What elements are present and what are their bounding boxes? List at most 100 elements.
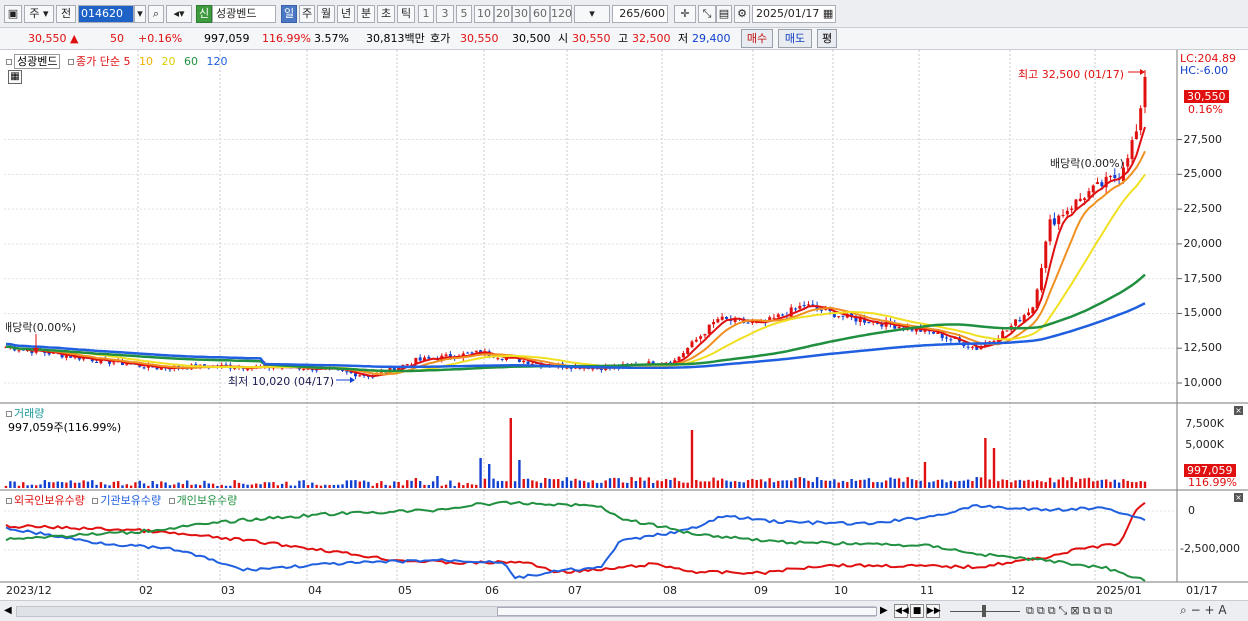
interval-3[interactable]: 3: [436, 5, 454, 23]
volume-bar: [306, 485, 310, 488]
period-month[interactable]: 월: [317, 5, 335, 23]
zoom-tools[interactable]: ⌕ − + A: [1180, 603, 1227, 618]
interval-30[interactable]: 30: [512, 5, 530, 23]
up-triangle-icon: ▲: [70, 32, 79, 45]
volume-bar: [526, 478, 530, 488]
interval-10[interactable]: 10: [474, 5, 494, 23]
speaker-icon[interactable]: ◂▾: [166, 5, 192, 23]
interval-20[interactable]: 20: [494, 5, 512, 23]
legend-ma-60[interactable]: 60: [184, 55, 198, 68]
candle-body: [949, 339, 953, 341]
legend-foreign[interactable]: 외국인보유수량: [14, 494, 85, 507]
candle-body: [64, 355, 68, 358]
count-input[interactable]: 265/600: [612, 5, 668, 23]
last-page-icon[interactable]: ▶▶: [926, 604, 941, 618]
price-tick: 27,500: [1183, 132, 1223, 146]
legend-ma-10[interactable]: 10: [139, 55, 153, 68]
close-icon[interactable]: ×: [1234, 493, 1243, 502]
close-icon[interactable]: ×: [1234, 406, 1243, 415]
legend-ma-20[interactable]: 20: [161, 55, 175, 68]
period-minute[interactable]: 분: [357, 5, 375, 23]
interval-5[interactable]: 5: [456, 5, 472, 23]
volume-bar: [78, 482, 81, 488]
interval-120[interactable]: 120: [550, 5, 572, 23]
zoom-out-icon[interactable]: −: [1191, 603, 1201, 617]
prev-button[interactable]: 전: [56, 5, 76, 23]
volume-bar: [17, 485, 21, 488]
volume-bar: [108, 485, 111, 488]
window-icon[interactable]: ▣: [4, 5, 22, 23]
volume-bar: [1057, 479, 1060, 488]
candle-body: [970, 346, 974, 348]
volume-bar: [910, 479, 914, 488]
volume-bar: [720, 478, 724, 488]
volume-bar: [936, 479, 940, 488]
chart-canvas[interactable]: [0, 50, 1248, 600]
market-label: 주: [29, 7, 40, 20]
candle-body: [1078, 198, 1082, 201]
volume-bar: [129, 485, 133, 488]
period-second[interactable]: 초: [377, 5, 395, 23]
volume-bar: [941, 479, 944, 488]
market-select[interactable]: 주 ▾: [24, 5, 54, 23]
legend-ma-label[interactable]: 종가 단순: [76, 55, 120, 68]
volume-bar: [802, 478, 806, 488]
volume-bar: [876, 482, 879, 488]
stop-icon[interactable]: ■: [910, 604, 924, 618]
scroll-left-icon[interactable]: ◀: [4, 605, 12, 616]
magnifier-icon[interactable]: ⌕: [1180, 603, 1187, 617]
interval-1[interactable]: 1: [418, 5, 434, 23]
period-day[interactable]: 일: [281, 5, 297, 23]
volume-bar: [548, 478, 551, 488]
candle-body: [966, 346, 970, 348]
eval-button[interactable]: 평: [817, 29, 837, 48]
calendar-icon[interactable]: ▦: [823, 7, 833, 20]
save-icon[interactable]: ▤: [716, 5, 732, 23]
volume-bar: [138, 480, 141, 488]
first-page-icon[interactable]: ◀◀: [894, 604, 909, 618]
zoom-slider-handle[interactable]: [982, 605, 986, 617]
legend-institution[interactable]: 기관보유수량: [100, 494, 161, 507]
legend-stock-name[interactable]: 성광벤드: [14, 54, 61, 69]
volume-bar: [557, 478, 560, 488]
volume-bar: [242, 483, 245, 488]
volume-bar: [142, 483, 146, 488]
scroll-track[interactable]: [16, 606, 877, 617]
tool-icons[interactable]: ⧉⧉⧉⤡⊠⧉⧉⧉: [1026, 604, 1115, 618]
gear-icon[interactable]: ⚙: [734, 5, 750, 23]
volume-bar: [531, 480, 534, 488]
font-size-icon[interactable]: A: [1218, 603, 1226, 617]
buy-button[interactable]: 매수: [741, 29, 773, 48]
interval-60[interactable]: 60: [530, 5, 550, 23]
sell-button[interactable]: 매도: [778, 29, 812, 48]
legend-box-icon: [168, 498, 175, 504]
period-tick[interactable]: 틱: [397, 5, 415, 23]
zoom-in-icon[interactable]: +: [1204, 603, 1214, 617]
stock-code-input[interactable]: 014620: [78, 5, 134, 23]
legend-individual[interactable]: 개인보유수량: [177, 494, 238, 507]
volume-bar: [496, 481, 500, 488]
candle-body: [1052, 218, 1056, 225]
volume-bar: [751, 479, 754, 488]
period-week[interactable]: 주: [299, 5, 315, 23]
date-input[interactable]: 2025/01/17 ▦: [752, 5, 836, 23]
low-price: 29,400: [692, 32, 731, 45]
table-icon[interactable]: ▦: [8, 70, 22, 84]
zoom-icon[interactable]: ⤡: [698, 5, 716, 23]
volume-bar: [923, 462, 927, 488]
scroll-right-icon[interactable]: ▶: [880, 605, 888, 616]
volume-bar: [608, 478, 612, 488]
stock-name[interactable]: 성광벤드: [212, 5, 276, 23]
code-dropdown-icon[interactable]: ▾: [134, 5, 146, 23]
crosshair-icon[interactable]: ✛: [674, 5, 696, 23]
search-icon[interactable]: ⌕: [148, 5, 164, 23]
legend-ma-120[interactable]: 120: [206, 55, 227, 68]
interval-dropdown[interactable]: ▾: [574, 5, 610, 23]
legend-ma-5[interactable]: 5: [123, 55, 130, 68]
scroll-thumb[interactable]: [497, 607, 877, 616]
volume-bar: [475, 484, 478, 488]
candle-body: [712, 322, 716, 325]
period-year[interactable]: 년: [337, 5, 355, 23]
volume-bar: [971, 481, 974, 488]
volume-bar: [686, 482, 689, 488]
